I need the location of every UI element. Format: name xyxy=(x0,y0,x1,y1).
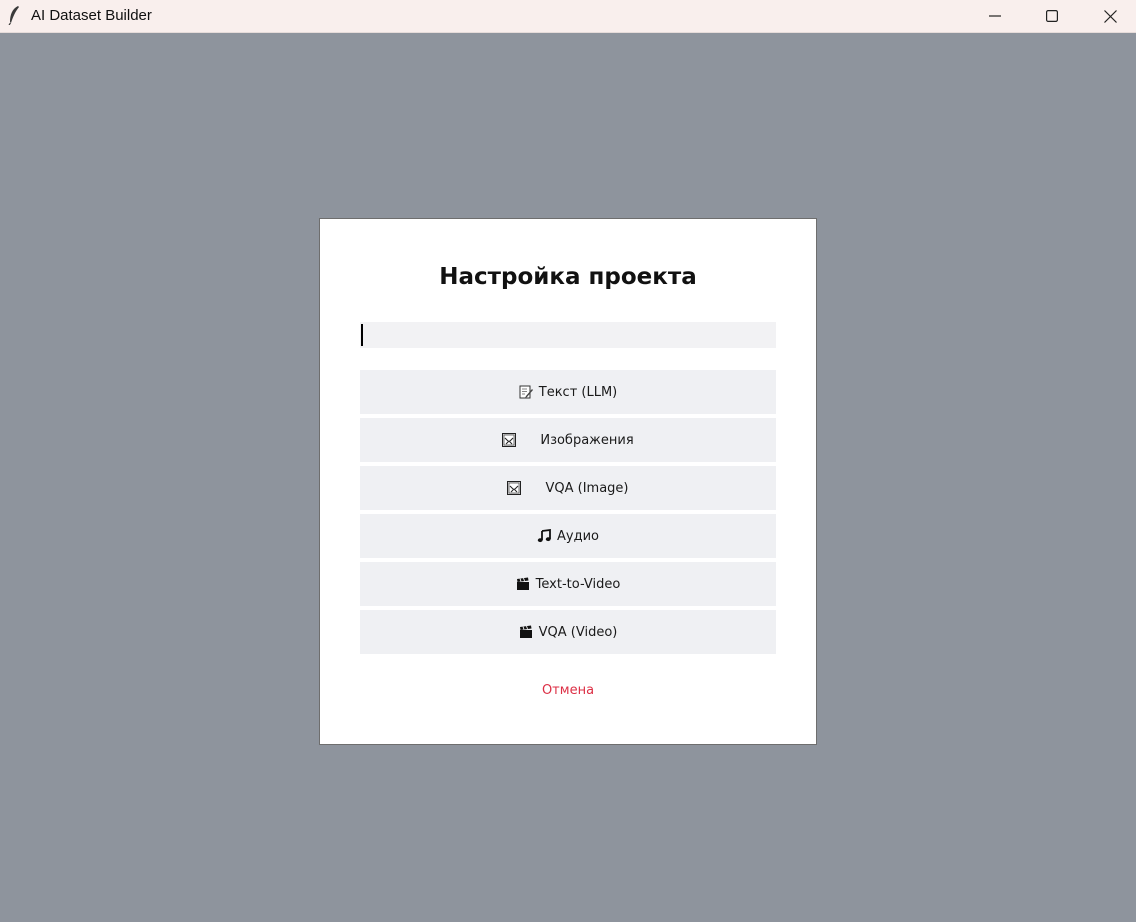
close-button[interactable] xyxy=(1081,0,1136,32)
music-note-icon xyxy=(537,529,551,543)
minimize-button[interactable] xyxy=(966,0,1024,32)
maximize-icon xyxy=(1046,10,1058,22)
image-frame-icon xyxy=(502,433,517,447)
project-setup-dialog: Настройка проекта Текст (LLM) Изображени… xyxy=(319,218,817,745)
title-bar[interactable]: AI Dataset Builder xyxy=(0,0,1136,33)
clapper-board-icon xyxy=(516,577,530,591)
option-vqa-image-button[interactable]: VQA (Image) xyxy=(360,466,776,510)
window-title: AI Dataset Builder xyxy=(31,7,152,24)
option-text-llm-button[interactable]: Текст (LLM) xyxy=(360,370,776,414)
minimize-icon xyxy=(989,15,1001,17)
close-icon xyxy=(1103,9,1117,23)
option-images-button[interactable]: Изображения xyxy=(360,418,776,462)
option-vqa-video-button[interactable]: VQA (Video) xyxy=(360,610,776,654)
option-label: Аудио xyxy=(557,528,599,544)
app-window: AI Dataset Builder Настройка проекта Тек… xyxy=(0,0,1136,922)
image-frame-icon xyxy=(507,481,522,495)
option-text-to-video-button[interactable]: Text-to-Video xyxy=(360,562,776,606)
dialog-title: Настройка проекта xyxy=(439,264,697,290)
option-label: VQA (Video) xyxy=(538,624,618,640)
clapper-board-icon xyxy=(519,625,533,639)
project-name-input[interactable] xyxy=(360,322,776,348)
text-caret xyxy=(361,324,363,346)
maximize-button[interactable] xyxy=(1023,0,1081,32)
option-audio-button[interactable]: Аудио xyxy=(360,514,776,558)
memo-icon xyxy=(519,385,533,399)
option-label: Изображения xyxy=(540,432,634,448)
option-label: Текст (LLM) xyxy=(538,384,618,400)
feather-icon xyxy=(8,6,19,25)
option-label: Text-to-Video xyxy=(535,576,621,592)
option-label: VQA (Image) xyxy=(545,480,629,496)
cancel-button[interactable]: Отмена xyxy=(320,683,816,698)
